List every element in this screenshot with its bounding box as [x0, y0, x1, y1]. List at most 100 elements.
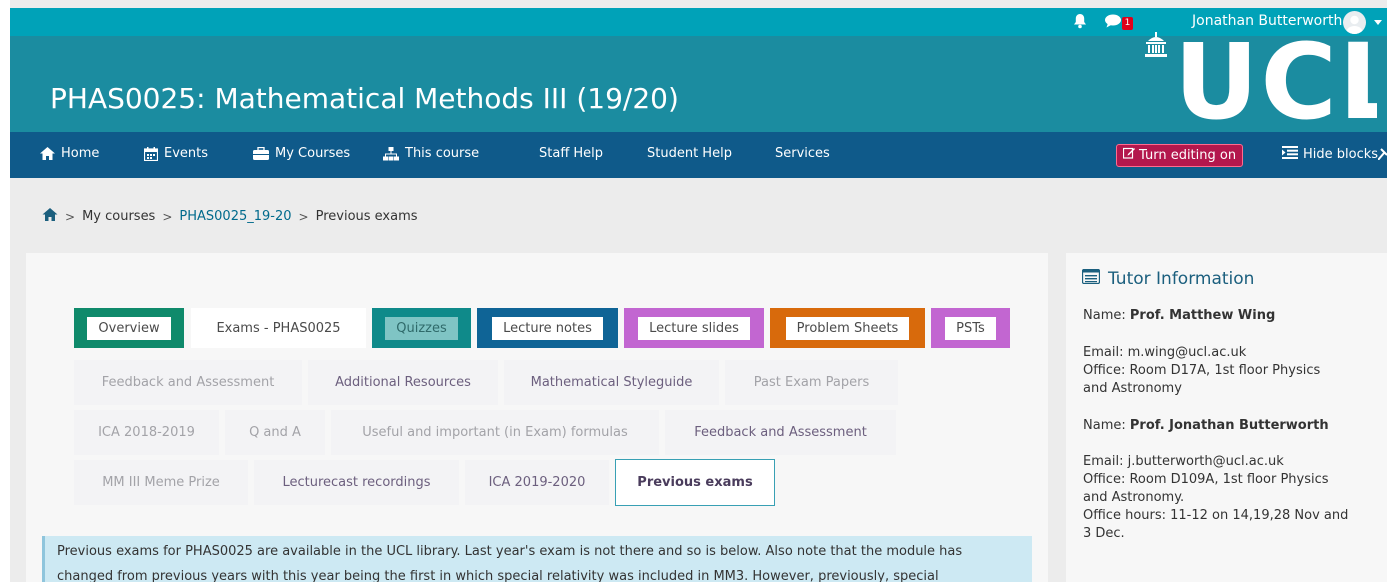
- block-title-text: Tutor Information: [1108, 269, 1255, 289]
- nav-services-label: Services: [775, 146, 830, 161]
- nav-staff-help-label: Staff Help: [539, 146, 604, 161]
- tutor1-name-value: Prof. Matthew Wing: [1129, 308, 1276, 323]
- home-icon[interactable]: [42, 208, 58, 225]
- notice-line-2: changed from previous years with this ye…: [57, 569, 939, 582]
- nav-events[interactable]: Events: [144, 146, 208, 161]
- tab-lecturecast-label: Lecturecast recordings: [282, 475, 431, 490]
- tab-lecture-slides[interactable]: Lecture slides: [624, 308, 764, 348]
- tutor2-name-value: Prof. Jonathan Butterworth: [1129, 418, 1329, 433]
- nav-services[interactable]: Services: [775, 146, 830, 161]
- tutor2-hours-2: 3 Dec.: [1083, 526, 1125, 541]
- tab-ica-2018-2019[interactable]: ICA 2018-2019: [74, 410, 219, 455]
- tutor-information-block: Tutor Information Name: Prof. Matthew Wi…: [1066, 253, 1387, 582]
- chat-icon[interactable]: [1105, 14, 1123, 28]
- tab-useful-formulas[interactable]: Useful and important (in Exam) formulas: [331, 410, 659, 455]
- tutor2-office-2: and Astronomy.: [1083, 490, 1185, 505]
- breadcrumb-course[interactable]: PHAS0025_19-20: [179, 209, 291, 224]
- nav-this-course-label: This course: [405, 146, 480, 161]
- tutor2-email: Email: j.butterworth@ucl.ac.uk: [1083, 454, 1284, 469]
- indent-list-icon: [1282, 146, 1298, 163]
- tab-overview-label: Overview: [87, 316, 171, 340]
- breadcrumb-separator: >: [65, 209, 76, 224]
- breadcrumb-separator: >: [298, 209, 309, 224]
- bell-icon[interactable]: [1073, 13, 1087, 29]
- nav-my-courses[interactable]: My Courses: [253, 146, 350, 161]
- name-label: Name:: [1083, 418, 1126, 433]
- caret-down-icon[interactable]: [1374, 20, 1382, 25]
- nav-student-help[interactable]: Student Help: [647, 146, 732, 161]
- tab-additional-resources-label: Additional Resources: [335, 375, 471, 390]
- tab-exams-label: Exams - PHAS0025: [216, 320, 341, 336]
- tab-q-and-a[interactable]: Q and A: [225, 410, 325, 455]
- nav-home-label: Home: [61, 146, 100, 161]
- tab-exams[interactable]: Exams - PHAS0025: [191, 308, 366, 348]
- tab-feedback-assessment-2-label: Feedback and Assessment: [694, 425, 867, 440]
- tab-past-exam-papers-label: Past Exam Papers: [753, 375, 870, 390]
- ucl-logo-text: UCL: [1174, 28, 1377, 132]
- tab-quizzes-label: Quizzes: [385, 316, 458, 340]
- nav-staff-help[interactable]: Staff Help: [539, 146, 603, 161]
- tab-meme-prize[interactable]: MM III Meme Prize: [74, 460, 248, 505]
- tab-meme-prize-label: MM III Meme Prize: [102, 475, 220, 490]
- nav-my-courses-label: My Courses: [275, 146, 351, 161]
- portico-icon: [1144, 32, 1168, 58]
- tutor1-name: Name: Prof. Matthew Wing: [1083, 308, 1275, 323]
- tab-feedback-assessment-1-label: Feedback and Assessment: [101, 375, 275, 390]
- tutor1-office-2: and Astronomy: [1083, 381, 1182, 396]
- block-title: Tutor Information: [1081, 268, 1255, 289]
- page-title: PHAS0025: Mathematical Methods III (19/2…: [50, 82, 679, 115]
- tab-problem-sheets[interactable]: Problem Sheets: [770, 308, 925, 348]
- tutor2-hours-1: Office hours: 11-12 on 14,19,28 Nov and: [1083, 508, 1349, 523]
- tab-quizzes[interactable]: Quizzes: [372, 308, 471, 348]
- tab-problem-sheets-label: Problem Sheets: [785, 316, 910, 340]
- notice-line-1: Previous exams for PHAS0025 are availabl…: [57, 544, 963, 559]
- tab-ica-2019-2020[interactable]: ICA 2019-2020: [465, 460, 609, 505]
- ucl-logo[interactable]: UCL: [1140, 28, 1377, 132]
- tab-feedback-assessment-1[interactable]: Feedback and Assessment: [74, 360, 302, 405]
- left-edge: [0, 0, 10, 582]
- list-icon: [1081, 268, 1101, 289]
- edit-icon: [1122, 145, 1135, 166]
- tab-additional-resources[interactable]: Additional Resources: [308, 360, 498, 405]
- tab-lecture-notes-label: Lecture notes: [492, 316, 603, 340]
- tutor2-name: Name: Prof. Jonathan Butterworth: [1083, 418, 1329, 433]
- breadcrumb-current: Previous exams: [315, 209, 418, 224]
- user-name[interactable]: Jonathan Butterworth: [1192, 13, 1342, 29]
- calendar-icon: [144, 146, 158, 161]
- tab-previous-exams[interactable]: Previous exams: [615, 459, 775, 506]
- tab-feedback-assessment-2[interactable]: Feedback and Assessment: [665, 410, 896, 455]
- tab-q-and-a-label: Q and A: [249, 425, 301, 440]
- previous-exams-notice: Previous exams for PHAS0025 are availabl…: [42, 536, 1032, 582]
- tab-useful-formulas-label: Useful and important (in Exam) formulas: [362, 425, 628, 440]
- expand-icon[interactable]: [1377, 148, 1387, 164]
- tab-past-exam-papers[interactable]: Past Exam Papers: [725, 360, 898, 405]
- nav-home[interactable]: Home: [40, 146, 99, 161]
- tab-lecture-slides-label: Lecture slides: [638, 316, 750, 340]
- tutor2-office-1: Office: Room D109A, 1st floor Physics: [1083, 472, 1329, 487]
- messages-badge: 1: [1122, 17, 1133, 30]
- breadcrumb-my-courses[interactable]: My courses: [82, 209, 155, 224]
- tab-ica-2018-2019-label: ICA 2018-2019: [98, 425, 195, 440]
- tab-lecture-notes[interactable]: Lecture notes: [477, 308, 618, 348]
- tab-mathematical-styleguide[interactable]: Mathematical Styleguide: [504, 360, 719, 405]
- tab-lecturecast[interactable]: Lecturecast recordings: [254, 460, 459, 505]
- nav-student-help-label: Student Help: [647, 146, 732, 161]
- nav-events-label: Events: [164, 146, 209, 161]
- turn-editing-on-button[interactable]: Turn editing on: [1116, 144, 1244, 167]
- tab-psts-label: PSTs: [945, 316, 996, 340]
- tab-psts[interactable]: PSTs: [931, 308, 1010, 348]
- hide-blocks-label: Hide blocks: [1303, 147, 1379, 162]
- breadcrumb-separator: >: [162, 209, 173, 224]
- home-icon: [40, 147, 55, 160]
- tab-ica-2019-2020-label: ICA 2019-2020: [488, 475, 586, 490]
- breadcrumb: > My courses > PHAS0025_19-20 > Previous…: [42, 208, 418, 225]
- main-nav: Home Events My Courses This course Staff…: [10, 132, 1387, 178]
- nav-this-course[interactable]: This course: [383, 146, 479, 161]
- sitemap-icon: [383, 146, 399, 161]
- tutor1-office-1: Office: Room D17A, 1st floor Physics: [1083, 363, 1321, 378]
- tutor1-email: Email: m.wing@ucl.ac.uk: [1083, 345, 1247, 360]
- tab-previous-exams-label: Previous exams: [637, 475, 753, 490]
- tab-overview[interactable]: Overview: [74, 308, 184, 348]
- hide-blocks-button[interactable]: Hide blocks: [1282, 146, 1378, 163]
- briefcase-icon: [253, 147, 269, 160]
